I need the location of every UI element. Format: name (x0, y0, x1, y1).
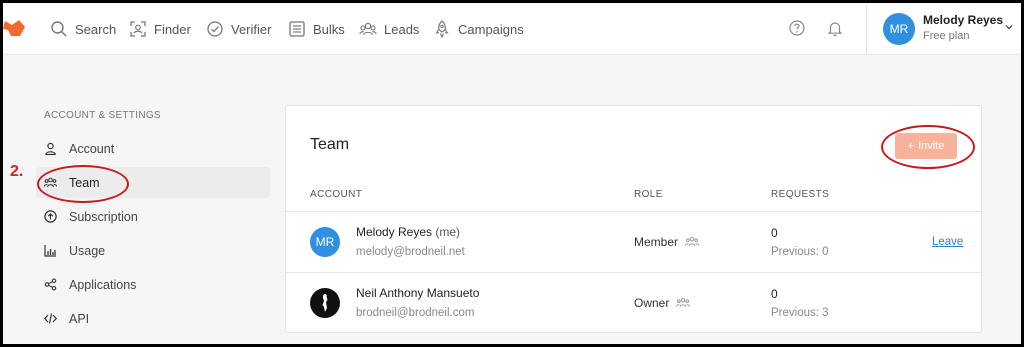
fox-logo-icon[interactable] (3, 17, 27, 39)
nav-bulks[interactable]: Bulks (288, 18, 345, 40)
member-email: brodneil@brodneil.com (356, 307, 475, 319)
annotation-ellipse-invite (881, 125, 975, 169)
page-title: Team (310, 136, 350, 153)
member-role-text: Owner (634, 296, 670, 310)
user-avatar: MR (883, 13, 915, 45)
nav-finder[interactable]: Finder (129, 18, 191, 40)
check-circle-icon (207, 21, 223, 37)
sidebar-heading: ACCOUNT & SETTINGS (44, 110, 161, 121)
member-avatar (310, 288, 340, 318)
chevron-down-icon (1005, 25, 1013, 30)
nav-leads-label: Leads (384, 21, 420, 37)
code-icon (44, 313, 57, 324)
row-divider (286, 211, 983, 212)
leave-link[interactable]: Leave (932, 236, 963, 248)
row-divider (286, 272, 983, 273)
sidebar-item-usage[interactable]: Usage (36, 235, 270, 266)
column-header-role: ROLE (634, 189, 663, 200)
nav-finder-label: Finder (154, 21, 191, 37)
team-icon (685, 237, 700, 247)
nav-bulks-label: Bulks (313, 21, 345, 37)
sidebar-item-api[interactable]: API (36, 303, 270, 334)
sidebar-item-label: Account (69, 141, 115, 156)
member-role-text: Member (634, 235, 679, 249)
nav-leads[interactable]: Leads (359, 18, 419, 40)
column-header-requests: REQUESTS (771, 189, 830, 200)
member-previous-requests: Previous: 0 (771, 246, 829, 258)
top-navigation: Search Finder Verifier Bulks Leads Campa… (3, 3, 1021, 55)
nav-campaigns-label: Campaigns (458, 21, 524, 37)
sidebar-item-label: Subscription (69, 209, 138, 224)
user-menu[interactable]: MR Melody Reyes Free plan (866, 3, 1021, 55)
member-role: Owner (634, 296, 691, 310)
help-icon[interactable] (788, 19, 806, 37)
sidebar-item-applications[interactable]: Applications (36, 269, 270, 300)
search-icon (51, 21, 67, 37)
list-icon (289, 21, 305, 37)
share-nodes-icon (44, 278, 57, 291)
member-name: Neil Anthony Mansueto (356, 286, 480, 300)
user-name: Melody Reyes (923, 13, 1004, 27)
member-requests: 0 (771, 226, 778, 240)
sidebar-item-label: Applications (69, 277, 137, 292)
member-requests: 0 (771, 287, 778, 301)
app-window: Search Finder Verifier Bulks Leads Campa… (3, 3, 1021, 344)
member-name-text: Melody Reyes (356, 225, 433, 239)
nav-verifier[interactable]: Verifier (206, 18, 271, 40)
user-icon (45, 142, 56, 155)
guitarist-silhouette-icon (322, 294, 328, 312)
rocket-icon (435, 20, 449, 38)
annotation-ellipse-team (37, 165, 129, 203)
member-avatar: MR (310, 227, 340, 257)
nav-campaigns[interactable]: Campaigns (433, 18, 524, 40)
member-role: Member (634, 235, 700, 249)
column-header-account: ACCOUNT (310, 189, 363, 200)
bell-icon[interactable] (826, 19, 844, 37)
annotation-step-2: 2. (10, 163, 24, 180)
nav-search[interactable]: Search (50, 18, 116, 40)
arrow-up-circle-icon (44, 210, 57, 223)
bar-chart-icon (44, 245, 56, 257)
finder-icon (130, 21, 146, 37)
people-icon (359, 22, 377, 36)
team-icon (676, 298, 691, 308)
sidebar-item-label: API (69, 311, 90, 326)
me-tag: (me) (435, 225, 461, 239)
member-email: melody@brodneil.net (356, 246, 465, 258)
nav-verifier-label: Verifier (231, 21, 272, 37)
sidebar-item-label: Usage (69, 243, 106, 258)
nav-search-label: Search (75, 21, 117, 37)
sidebar-item-subscription[interactable]: Subscription (36, 201, 270, 232)
user-plan: Free plan (923, 30, 970, 42)
member-name: Melody Reyes (me) (356, 225, 460, 239)
member-previous-requests: Previous: 3 (771, 307, 829, 319)
sidebar-item-account[interactable]: Account (36, 133, 270, 164)
team-card: Team + Invite ACCOUNT ROLE REQUESTS MR M… (285, 105, 983, 333)
